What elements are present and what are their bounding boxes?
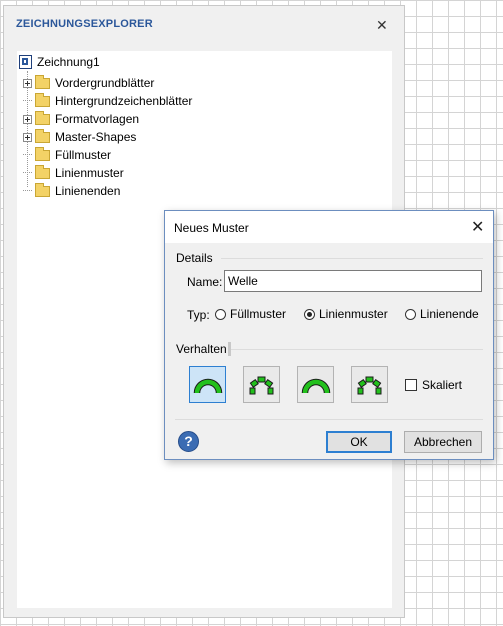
tree-connector xyxy=(23,154,32,156)
cancel-button[interactable]: Abbrechen xyxy=(404,431,482,453)
radio-label: Linienende xyxy=(420,307,479,321)
behavior-group-label: Verhalten xyxy=(176,342,231,356)
dialog-titlebar[interactable]: Neues Muster ✕ xyxy=(165,211,493,243)
separator xyxy=(175,419,483,420)
tree-item-linienmuster[interactable]: Linienmuster xyxy=(23,164,124,182)
tree-root-item[interactable]: Zeichnung1 xyxy=(19,54,100,70)
scaled-checkbox-wrapper[interactable]: Skaliert xyxy=(405,378,462,392)
behavior-option-segmented-alt[interactable] xyxy=(351,366,388,403)
details-group-label: Details xyxy=(176,251,213,265)
tree-item-formatvorlagen[interactable]: Formatvorlagen xyxy=(23,110,139,128)
expand-icon[interactable] xyxy=(23,78,32,88)
radio-label: Linienmuster xyxy=(319,307,388,321)
folder-icon xyxy=(35,75,50,89)
radio-button[interactable] xyxy=(215,308,226,320)
tree-item-label: Master-Shapes xyxy=(55,130,137,144)
type-label: Typ: xyxy=(187,308,210,322)
tree-item-master-shapes[interactable]: Master-Shapes xyxy=(23,128,136,146)
close-icon[interactable]: ✕ xyxy=(376,18,388,32)
dialog-title: Neues Muster xyxy=(174,221,249,235)
tree-item-label: Hintergrundzeichenblätter xyxy=(55,94,193,108)
tree-item-label: Formatvorlagen xyxy=(55,112,140,126)
type-radio-linienende[interactable]: Linienende xyxy=(405,307,479,321)
tree-item-hintergrundzeichenblaetter[interactable]: Hintergrundzeichenblätter xyxy=(23,92,192,110)
stretch-curve-icon xyxy=(193,378,223,394)
tree-item-fuellmuster[interactable]: Füllmuster xyxy=(23,146,111,164)
tree-connector xyxy=(23,172,32,174)
name-input[interactable]: Welle xyxy=(224,270,482,292)
folder-icon xyxy=(35,111,50,125)
behavior-option-segmented[interactable] xyxy=(243,366,280,403)
tree-item-label: Vordergrundblätter xyxy=(55,76,155,90)
help-icon[interactable]: ? xyxy=(178,431,199,452)
behavior-option-stretch[interactable] xyxy=(189,366,226,403)
new-pattern-dialog: Neues Muster ✕ Details Name: Welle Typ: … xyxy=(164,210,494,460)
curve-icon xyxy=(301,378,331,394)
tree-root-label: Zeichnung1 xyxy=(37,55,100,69)
explorer-title: ZEICHNUNGSEXPLORER xyxy=(16,18,153,30)
expand-icon[interactable] xyxy=(23,114,32,124)
radio-label: Füllmuster xyxy=(230,307,287,321)
tree-item-label: Füllmuster xyxy=(55,148,112,162)
ok-button[interactable]: OK xyxy=(326,431,392,453)
drawing-document-icon xyxy=(19,55,32,69)
tree-item-vordergrundblaetter[interactable]: Vordergrundblätter xyxy=(23,74,154,92)
name-label: Name: xyxy=(187,275,223,289)
folder-icon xyxy=(35,147,50,161)
scaled-checkbox[interactable] xyxy=(405,379,417,391)
expand-icon[interactable] xyxy=(23,132,32,142)
segmented-curve-icon xyxy=(249,376,274,395)
radio-button[interactable] xyxy=(304,308,315,320)
segmented-curve-alt-icon xyxy=(357,376,382,395)
radio-button[interactable] xyxy=(405,308,416,320)
separator xyxy=(221,258,483,259)
tree-item-label: Linienenden xyxy=(55,184,121,198)
folder-icon xyxy=(35,165,50,179)
folder-icon xyxy=(35,93,50,107)
tree-connector xyxy=(23,100,32,102)
tree-connector xyxy=(23,190,32,192)
scaled-label: Skaliert xyxy=(422,378,463,392)
tree-item-linienenden[interactable]: Linienenden xyxy=(23,182,120,200)
type-radio-fuellmuster[interactable]: Füllmuster xyxy=(215,307,286,321)
separator xyxy=(231,349,483,350)
behavior-option-curve[interactable] xyxy=(297,366,334,403)
folder-icon xyxy=(35,129,50,143)
type-radio-linienmuster[interactable]: Linienmuster xyxy=(304,307,388,321)
tree-item-label: Linienmuster xyxy=(55,166,124,180)
folder-icon xyxy=(35,183,50,197)
close-icon[interactable]: ✕ xyxy=(471,217,484,237)
